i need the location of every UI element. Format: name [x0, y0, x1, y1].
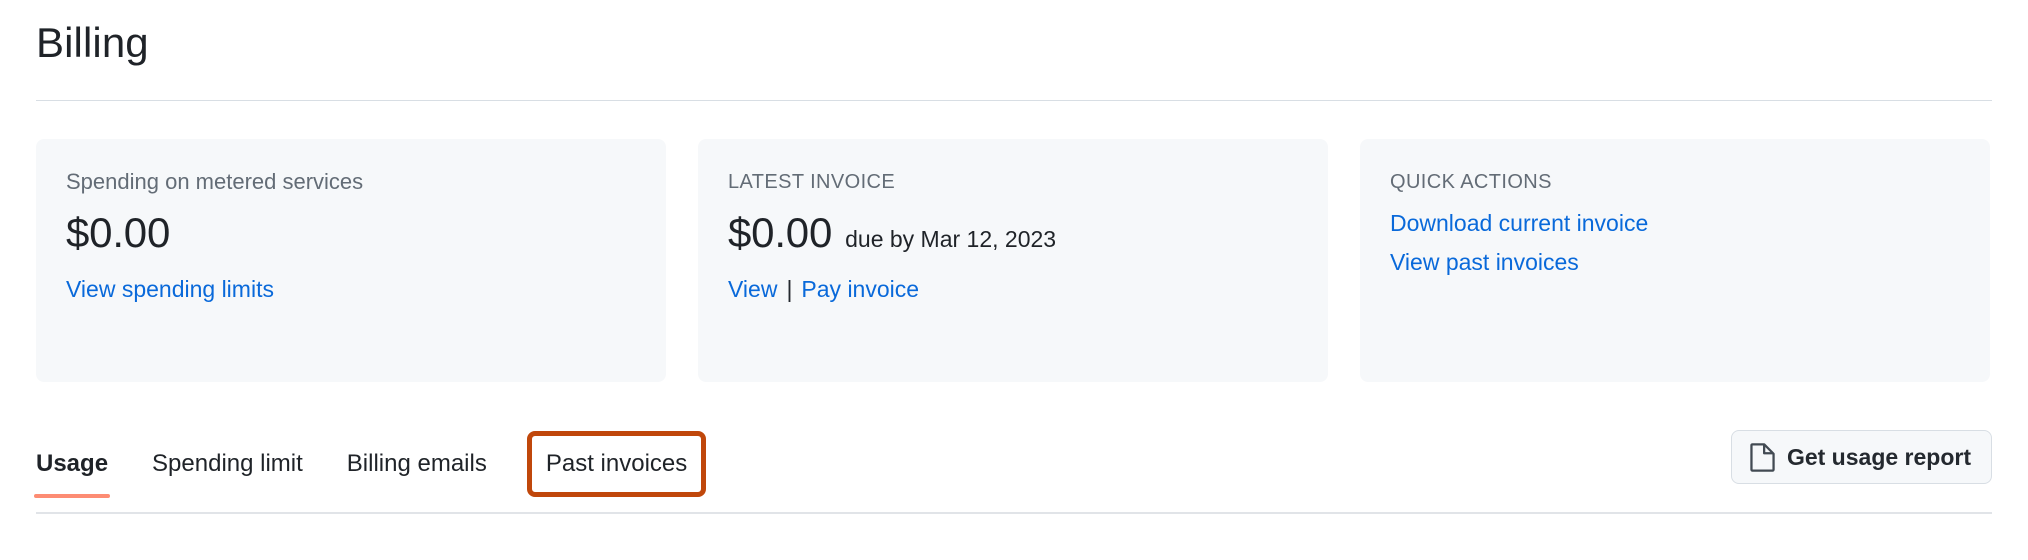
- latest-invoice-amount-row: $0.00 due by Mar 12, 2023: [728, 207, 1298, 259]
- metered-spending-links: View spending limits: [66, 273, 636, 305]
- card-label-metered-spending: Spending on metered services: [66, 169, 364, 194]
- get-usage-report-label: Get usage report: [1786, 444, 1971, 470]
- tab-list: Usage Spending limit Billing emails Past…: [33, 430, 742, 514]
- tab-spending-limit[interactable]: Spending limit: [152, 430, 303, 480]
- get-usage-report-button[interactable]: Get usage report: [1730, 430, 1992, 484]
- page-title: Billing: [36, 19, 149, 66]
- card-quick-actions: QUICK ACTIONS Download current invoice V…: [1360, 139, 1990, 382]
- tab-billing-emails[interactable]: Billing emails: [347, 430, 487, 480]
- card-latest-invoice: LATEST INVOICE $0.00 due by Mar 12, 2023…: [698, 139, 1328, 382]
- latest-invoice-links: View | Pay invoice: [728, 273, 1298, 305]
- card-label-latest-invoice: LATEST INVOICE: [728, 171, 896, 193]
- summary-cards: Spending on metered services $0.00 View …: [36, 139, 1990, 382]
- link-download-current-invoice[interactable]: Download current invoice: [1390, 206, 1960, 240]
- header-divider: [36, 100, 1992, 101]
- file-icon: [1750, 442, 1776, 472]
- link-pay-invoice[interactable]: Pay invoice: [801, 273, 919, 305]
- link-view-invoice[interactable]: View: [728, 273, 777, 305]
- card-label-quick-actions: QUICK ACTIONS: [1390, 171, 1552, 193]
- card-metered-spending: Spending on metered services $0.00 View …: [36, 139, 666, 382]
- tab-past-invoices[interactable]: Past invoices: [526, 431, 707, 497]
- latest-invoice-due-date: due by Mar 12, 2023: [845, 226, 1057, 252]
- link-separator: |: [786, 276, 793, 302]
- page-header: Billing: [36, 14, 1992, 72]
- latest-invoice-amount: $0.00: [728, 209, 833, 256]
- metered-spending-amount: $0.00: [66, 209, 171, 256]
- link-view-past-invoices[interactable]: View past invoices: [1390, 245, 1960, 279]
- metered-spending-amount-row: $0.00: [66, 207, 636, 259]
- quick-actions-links: Download current invoice View past invoi…: [1390, 206, 1960, 279]
- tab-usage[interactable]: Usage: [33, 430, 111, 498]
- tabs-region: Usage Spending limit Billing emails Past…: [33, 430, 1992, 514]
- billing-page: Billing Spending on metered services $0.…: [0, 0, 2028, 560]
- link-view-spending-limits[interactable]: View spending limits: [66, 273, 274, 305]
